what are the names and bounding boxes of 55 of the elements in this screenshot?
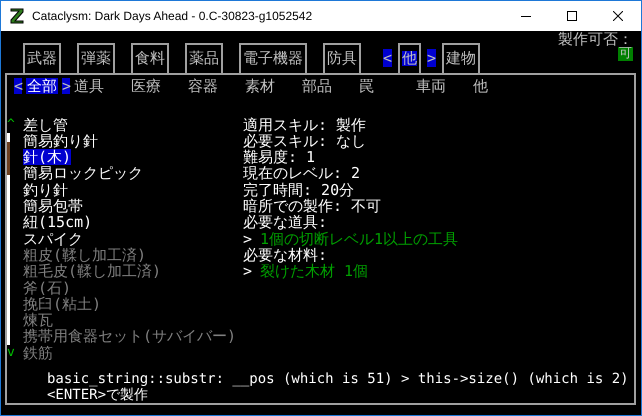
- craft-status-value: 可: [618, 47, 633, 61]
- category-tab[interactable]: 電子機器: [239, 42, 307, 73]
- recipe-item[interactable]: 鉄筋: [23, 344, 53, 361]
- recipe-item[interactable]: 差し管: [23, 116, 68, 133]
- recipe-item[interactable]: 挽臼(粘土): [23, 296, 102, 312]
- subcategory-tab[interactable]: 罠: [359, 78, 416, 94]
- scroll-down-marker[interactable]: v: [7, 344, 15, 361]
- category-tab[interactable]: 建物: [442, 42, 480, 73]
- requirement-text: 裂けた木材 1個: [260, 263, 368, 280]
- recipe-item[interactable]: 簡易ロックピック: [23, 165, 143, 182]
- message-line: <ENTER>で製作: [47, 387, 150, 403]
- recipe-item[interactable]: 簡易釣り針: [23, 132, 98, 150]
- scrollbar-thumb[interactable]: [7, 142, 10, 175]
- recipe-detail: 完了時間: 20分: [243, 182, 356, 198]
- scroll-up-marker[interactable]: ^: [7, 116, 15, 133]
- window-title: Cataclysm: Dark Days Ahead - 0.C-30823-g1052542: [32, 9, 314, 23]
- recipe-item[interactable]: 簡易包帯: [23, 198, 83, 214]
- category-tab[interactable]: 他: [398, 42, 422, 73]
- recipe-detail: 必要スキル: なし: [243, 132, 368, 150]
- recipe-item[interactable]: 煉瓦: [23, 312, 53, 328]
- recipe-detail: 暗所での製作: 不可: [243, 198, 382, 214]
- recipe-item[interactable]: 粗毛皮(鞣し加工済): [23, 263, 162, 280]
- maximize-icon: [567, 11, 577, 21]
- recipe-item[interactable]: 斧(石): [23, 280, 72, 296]
- category-tab[interactable]: 武器: [23, 42, 61, 73]
- subcategory-tab[interactable]: 道具: [74, 78, 131, 94]
- recipe-detail: 難易度: 1: [243, 149, 316, 166]
- recipe-detail: 必要な材料:: [243, 246, 328, 264]
- recipe-item[interactable]: 針(木): [23, 149, 72, 166]
- app-logo-icon: [10, 8, 24, 24]
- recipe-item[interactable]: 粗皮(鞣し加工済): [23, 246, 146, 264]
- recipe-item[interactable]: 紐(15cm): [23, 214, 92, 231]
- subcategory-tab[interactable]: 容器: [188, 78, 245, 94]
- close-icon: [613, 11, 623, 21]
- category-tab[interactable]: 防具: [323, 42, 361, 73]
- requirement-marker: >: [243, 263, 252, 280]
- recipe-detail: 現在のレベル: 2: [243, 165, 362, 182]
- message-line: basic_string::substr: __pos (which is 51) > this->size() (which is 2): [47, 371, 630, 387]
- subcategory-tab[interactable]: 医療: [131, 78, 188, 94]
- recipe-detail: 適用スキル: 製作: [243, 116, 368, 133]
- requirement-text: 1個の切断レベル1以上の工具: [260, 230, 458, 247]
- subcategory-tab[interactable]: 素材: [245, 78, 302, 94]
- requirement-marker: >: [243, 230, 252, 247]
- recipe-item[interactable]: スパイク: [23, 230, 83, 247]
- craft-status-label: 製作可否：: [558, 31, 633, 47]
- category-tab[interactable]: 食料: [131, 42, 169, 73]
- subcategory-tab[interactable]: 車両: [416, 78, 473, 94]
- subcategory-tab[interactable]: 他: [473, 78, 530, 94]
- category-tab[interactable]: 薬品: [185, 42, 223, 73]
- recipe-detail: 必要な道具:: [243, 214, 328, 231]
- subcategory-tab[interactable]: 全部: [26, 78, 58, 94]
- recipe-item[interactable]: 釣り針: [23, 182, 68, 198]
- subcategory-tab[interactable]: 部品: [302, 78, 359, 94]
- category-tab[interactable]: 弾薬: [77, 42, 115, 73]
- recipe-item[interactable]: 携帯用食器セット(サバイバー): [23, 328, 236, 345]
